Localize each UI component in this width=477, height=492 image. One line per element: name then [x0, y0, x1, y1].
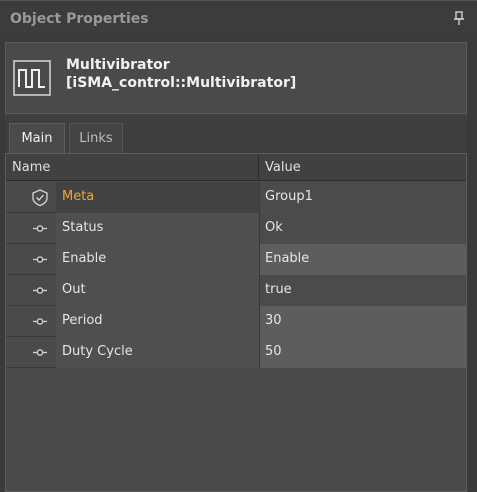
value-cell — [259, 337, 466, 368]
name-cell — [56, 275, 259, 306]
property-row-status[interactable]: Status Ok — [6, 213, 466, 244]
value-cell — [259, 306, 466, 337]
property-row-meta[interactable]: Meta Group1 — [6, 182, 466, 213]
property-value[interactable]: Group1 — [265, 189, 313, 204]
property-row-out[interactable]: Out true — [6, 275, 466, 306]
object-header: Multivibrator [iSMA_control::Multivibrat… — [5, 42, 467, 114]
property-value[interactable]: Ok — [265, 220, 283, 235]
slot-icon — [33, 318, 47, 325]
panel-title: Object Properties — [10, 11, 149, 27]
object-type: [iSMA_control::Multivibrator] — [66, 75, 297, 91]
slot-icon — [33, 225, 47, 232]
property-value[interactable]: 50 — [265, 344, 282, 359]
shield-icon — [32, 189, 48, 206]
grid-header: Name Value — [6, 154, 466, 181]
pin-icon[interactable] — [452, 11, 466, 27]
property-row-duty-cycle[interactable]: Duty Cycle 50 — [6, 337, 466, 368]
slot-icon — [33, 349, 47, 356]
properties-grid: Name Value Meta Group1 Status Ok Enable … — [5, 153, 467, 492]
property-row-period[interactable]: Period 30 — [6, 306, 466, 337]
property-name: Period — [62, 313, 103, 328]
property-value[interactable]: true — [265, 282, 292, 297]
value-cell — [259, 213, 466, 244]
column-divider[interactable] — [258, 154, 259, 181]
column-header-value[interactable]: Value — [265, 160, 301, 175]
property-name: Out — [62, 282, 86, 297]
tab-bar: Main Links — [5, 114, 467, 154]
object-name: Multivibrator — [66, 57, 170, 73]
property-value[interactable]: Enable — [265, 251, 309, 266]
tab-links[interactable]: Links — [69, 123, 123, 154]
tab-main[interactable]: Main — [9, 123, 65, 154]
property-row-enable[interactable]: Enable Enable — [6, 244, 466, 275]
multivibrator-icon — [13, 60, 51, 96]
property-name: Duty Cycle — [62, 344, 133, 359]
property-name: Meta — [62, 189, 95, 204]
column-header-name[interactable]: Name — [12, 160, 50, 175]
slot-icon — [33, 256, 47, 263]
property-name: Enable — [62, 251, 107, 266]
panel-titlebar: Object Properties — [0, 0, 477, 38]
property-value[interactable]: 30 — [265, 313, 282, 328]
property-name: Status — [62, 220, 104, 235]
slot-icon — [33, 287, 47, 294]
